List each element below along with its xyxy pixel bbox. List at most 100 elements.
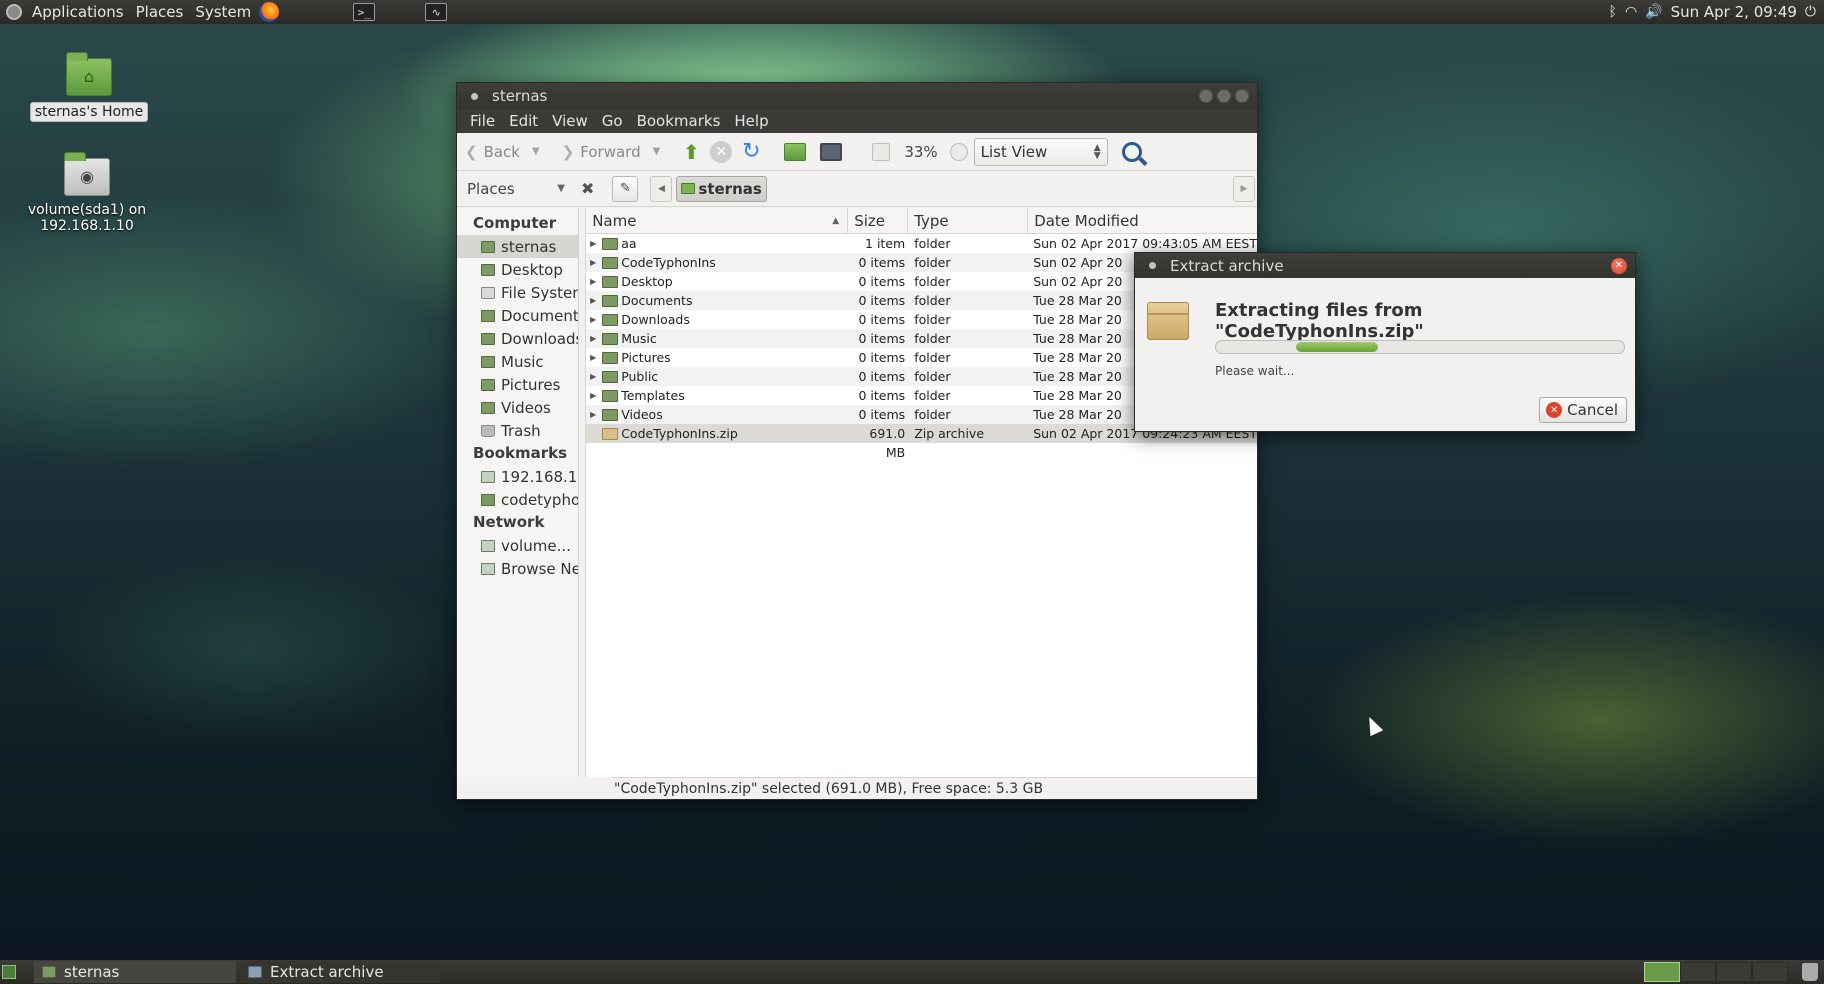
column-label: Name xyxy=(592,211,637,230)
folder-icon xyxy=(602,294,619,307)
back-button[interactable]: ❮ Back ▼ xyxy=(465,143,540,161)
desktop-volume-icon[interactable]: ◉ volume(sda1) on 192.168.1.10 xyxy=(22,152,152,234)
sidebar-item-filesystem[interactable]: File System xyxy=(457,281,578,304)
close-button[interactable] xyxy=(1235,89,1249,103)
taskbar-item-extract-archive[interactable]: Extract archive xyxy=(240,961,440,983)
crumb-scroll-right-icon[interactable]: ▶ xyxy=(1233,175,1255,202)
window-titlebar[interactable]: sternas xyxy=(457,83,1257,109)
menu-bookmarks[interactable]: Bookmarks xyxy=(630,112,728,130)
file-name: Videos xyxy=(621,407,663,422)
taskbar-item-label: sternas xyxy=(64,963,120,981)
column-header-date[interactable]: Date Modified xyxy=(1028,208,1257,233)
expander-icon[interactable]: ▶ xyxy=(586,277,600,286)
applications-menu[interactable]: Applications xyxy=(26,0,130,24)
expander-icon[interactable]: ▶ xyxy=(586,353,600,362)
edit-location-icon[interactable]: ✎ xyxy=(612,175,639,202)
sidebar-heading-network: Network xyxy=(473,513,545,531)
sidebar-item-bookmark-codetyphon[interactable]: codetyphon xyxy=(457,488,578,511)
sidebar-item-label: codetyphon xyxy=(501,490,578,509)
table-row[interactable]: ▶ aa 1 item folder Sun 02 Apr 2017 09:43:05 … xyxy=(586,234,1257,253)
show-desktop-icon[interactable] xyxy=(2,965,16,979)
menubar: File Edit View Go Bookmarks Help xyxy=(457,109,1257,133)
column-header-size[interactable]: Size xyxy=(848,208,909,233)
computer-icon[interactable] xyxy=(820,142,843,161)
crumb-scroll-left-icon[interactable]: ◀ xyxy=(650,175,673,202)
stop-icon[interactable]: ✕ xyxy=(710,140,733,163)
sidebar-item-documents[interactable]: Documents xyxy=(457,304,578,327)
firefox-launcher-icon[interactable] xyxy=(259,2,280,22)
file-type: folder xyxy=(914,331,951,346)
clock[interactable]: Sun Apr 2, 09:49 xyxy=(1671,3,1797,21)
column-header-name[interactable]: Name ▲ xyxy=(586,208,849,233)
terminal-launcher-icon[interactable]: >_ xyxy=(353,3,376,21)
window-menu-icon[interactable] xyxy=(1149,262,1156,269)
expander-icon[interactable]: ▶ xyxy=(586,315,600,324)
breadcrumb-sternas[interactable]: sternas xyxy=(676,175,767,202)
desktop-home-icon[interactable]: ⌂ sternas's Home xyxy=(24,52,154,122)
cancel-button[interactable]: ✕ Cancel xyxy=(1539,397,1627,423)
dialog-titlebar[interactable]: Extract archive ✕ xyxy=(1135,253,1635,278)
expander-icon[interactable]: ▶ xyxy=(586,334,600,343)
workspace-4[interactable] xyxy=(1752,962,1788,982)
menu-go[interactable]: Go xyxy=(595,112,630,130)
sidebar-item-browse-network[interactable]: Browse Net... xyxy=(457,557,578,580)
sidebar-item-bookmark-ip[interactable]: 192.168.1.10 xyxy=(457,465,578,488)
expander-icon[interactable]: ▶ xyxy=(586,258,600,267)
zoom-out-icon[interactable] xyxy=(872,142,891,161)
close-sidebar-icon[interactable]: ✖ xyxy=(581,179,594,198)
workspace-2[interactable] xyxy=(1680,962,1716,982)
back-history-dropdown-icon[interactable]: ▼ xyxy=(532,146,540,157)
trash-applet-icon[interactable] xyxy=(1802,963,1818,981)
power-icon[interactable]: ⏻ xyxy=(1805,4,1816,20)
window-menu-icon[interactable] xyxy=(471,92,478,100)
forward-button[interactable]: ❯ Forward ▼ xyxy=(562,143,661,161)
sidebar-item-label: Downloads xyxy=(501,329,580,348)
column-label: Size xyxy=(854,211,885,230)
wifi-icon[interactable]: ◠ xyxy=(1625,4,1637,20)
file-name-cell: ▶ Downloads xyxy=(586,310,848,329)
expander-icon[interactable]: ▶ xyxy=(586,391,600,400)
sidebar-item-volume[interactable]: volume...⏏ xyxy=(457,534,578,557)
menu-help[interactable]: Help xyxy=(727,112,775,130)
sidebar-item-music[interactable]: Music xyxy=(457,350,578,373)
expander-icon[interactable]: ▶ xyxy=(586,410,600,419)
bluetooth-icon[interactable]: ᛒ xyxy=(1609,4,1617,20)
column-header-type[interactable]: Type xyxy=(908,208,1029,233)
desktop-icon-label: volume(sda1) on 192.168.1.10 xyxy=(27,202,147,234)
up-arrow-icon[interactable]: ⬆ xyxy=(678,139,704,165)
sidebar-pane-select[interactable]: Places ▼ xyxy=(467,180,571,198)
expander-icon[interactable]: ▶ xyxy=(586,372,600,381)
taskbar-item-sternas[interactable]: sternas xyxy=(34,961,236,983)
sidebar-item-videos[interactable]: Videos xyxy=(457,396,578,419)
minimize-button[interactable] xyxy=(1199,89,1213,103)
system-menu[interactable]: System xyxy=(189,0,257,24)
menu-file[interactable]: File xyxy=(463,112,502,130)
file-size: 0 items xyxy=(858,407,906,422)
sidebar-item-sternas[interactable]: sternas xyxy=(457,235,579,258)
search-icon[interactable] xyxy=(1121,141,1142,162)
menu-edit[interactable]: Edit xyxy=(502,112,545,130)
volume-icon[interactable]: 🔊 xyxy=(1645,4,1662,20)
sidebar-item-label: File System xyxy=(501,283,580,302)
workspace-3[interactable] xyxy=(1716,962,1752,982)
close-icon[interactable]: ✕ xyxy=(1611,257,1627,274)
sidebar-item-trash[interactable]: Trash xyxy=(457,419,578,442)
expander-icon[interactable]: ▶ xyxy=(586,239,600,248)
sidebar-item-pictures[interactable]: Pictures xyxy=(457,373,578,396)
maximize-button[interactable] xyxy=(1217,89,1231,103)
home-folder-icon: ⌂ xyxy=(66,52,112,96)
expander-icon[interactable]: ▶ xyxy=(586,296,600,305)
menu-view[interactable]: View xyxy=(545,112,595,130)
system-monitor-launcher-icon[interactable]: ∿ xyxy=(425,3,448,21)
reload-icon[interactable]: ↻ xyxy=(738,139,764,165)
forward-history-dropdown-icon[interactable]: ▼ xyxy=(653,146,661,157)
home-icon[interactable] xyxy=(784,142,807,161)
sidebar-item-desktop[interactable]: Desktop xyxy=(457,258,578,281)
workspace-1[interactable] xyxy=(1644,962,1680,982)
zoom-in-icon[interactable] xyxy=(949,142,968,161)
file-size: 1 item xyxy=(865,236,906,251)
view-mode-value: List View xyxy=(980,142,1048,161)
view-mode-select[interactable]: List View ▲ ▼ xyxy=(973,137,1108,166)
sidebar-item-downloads[interactable]: Downloads xyxy=(457,327,578,350)
places-menu[interactable]: Places xyxy=(130,0,190,24)
